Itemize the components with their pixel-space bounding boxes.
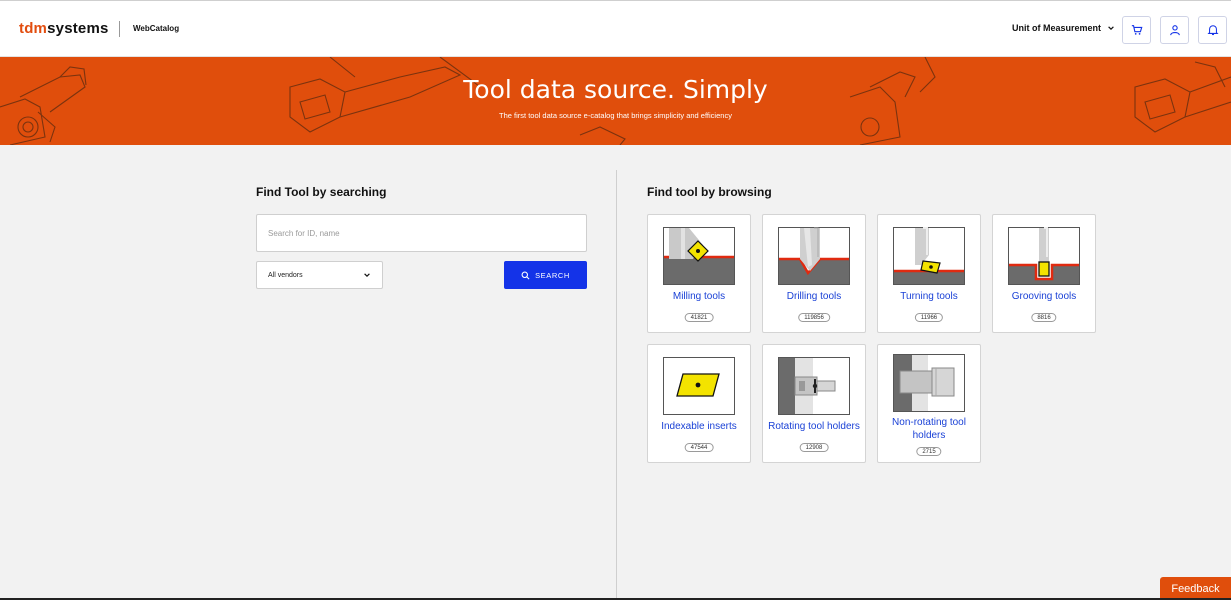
logo-separator [119, 21, 120, 37]
tool-card-label: Drilling tools [786, 291, 842, 302]
tool-card-non-rotating-tool-holders[interactable]: Non-rotating tool holders 2715 [877, 344, 981, 463]
tool-count-badge: 119856 [798, 313, 830, 322]
chevron-down-icon [1108, 26, 1114, 31]
search-button-label: SEARCH [535, 270, 570, 280]
tool-count-badge: 11966 [914, 313, 944, 322]
search-icon [521, 271, 530, 279]
bell-icon [1206, 25, 1219, 36]
tool-card-label: Grooving tools [1011, 291, 1077, 302]
section-divider [616, 170, 617, 600]
unit-of-measurement-dropdown[interactable]: Unit of Measurement [1012, 23, 1115, 33]
cart-icon [1131, 25, 1142, 35]
tool-card-drilling[interactable]: Drilling tools 119856 [762, 214, 866, 333]
tool-card-label: Non-rotating tool holders [892, 417, 966, 441]
indexable-insert-icon [663, 357, 735, 415]
cart-button[interactable] [1122, 16, 1151, 44]
tool-count-badge: 12908 [799, 443, 829, 452]
browse-section-title: Find tool by browsing [647, 185, 772, 199]
tool-card-milling[interactable]: Milling tools 41821 [647, 214, 751, 333]
logo-suffix: systems [47, 20, 109, 37]
tool-card-label: Turning tools [900, 291, 958, 302]
banner-title: Tool data source. Simply [463, 75, 768, 104]
tool-card-grooving[interactable]: Grooving tools 8816 [992, 214, 1096, 333]
search-button[interactable]: SEARCH [504, 261, 587, 289]
banner-subtitle: The first tool data source e-catalog tha… [499, 111, 732, 120]
search-input[interactable] [256, 214, 587, 252]
tool-card-label: Indexable inserts [661, 421, 737, 432]
tool-count-badge: 47544 [684, 443, 714, 452]
milling-tool-icon [663, 227, 735, 285]
tool-card-turning[interactable]: Turning tools 11966 [877, 214, 981, 333]
search-section-title: Find Tool by searching [256, 185, 387, 199]
grooving-tool-icon [1008, 227, 1080, 285]
drilling-tool-icon [778, 227, 850, 285]
user-icon [1169, 25, 1180, 36]
hero-banner: Tool data source. Simply The first tool … [0, 57, 1231, 145]
tool-card-indexable-inserts[interactable]: Indexable inserts 47544 [647, 344, 751, 463]
tool-card-rotating-tool-holders[interactable]: Rotating tool holders 12908 [762, 344, 866, 463]
chevron-down-icon [364, 273, 370, 278]
tdm-logo[interactable]: tdmsystems [19, 20, 109, 37]
tool-card-label: Rotating tool holders [768, 421, 860, 432]
app-name: WebCatalog [133, 24, 180, 33]
logo-prefix: tdm [19, 20, 48, 37]
top-header: tdmsystems WebCatalog Unit of Measuremen… [0, 0, 1231, 57]
tool-count-badge: 41821 [684, 313, 714, 322]
unit-of-measurement-label: Unit of Measurement [1012, 23, 1102, 33]
non-rotating-tool-holder-icon [893, 354, 965, 412]
vendor-select[interactable]: All vendors [256, 261, 383, 289]
vendor-select-value: All vendors [268, 271, 303, 279]
tool-count-badge: 8816 [1031, 313, 1057, 322]
rotating-tool-holder-icon [778, 357, 850, 415]
turning-tool-icon [893, 227, 965, 285]
user-button[interactable] [1160, 16, 1189, 44]
tool-count-badge: 2715 [916, 447, 942, 456]
feedback-button[interactable]: Feedback [1160, 577, 1231, 600]
tool-card-label: Milling tools [672, 291, 726, 302]
notifications-button[interactable] [1198, 16, 1227, 44]
